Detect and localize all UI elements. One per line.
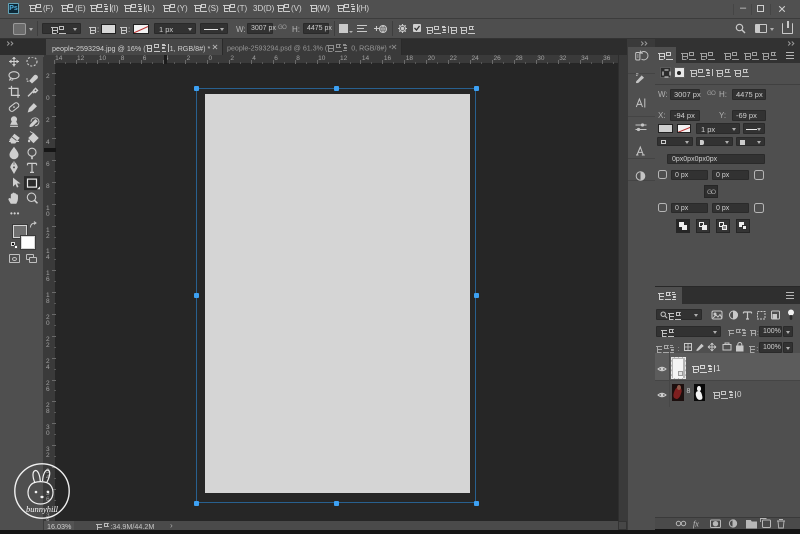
svg-text:fx: fx <box>693 520 699 529</box>
svg-text:bunnyhill: bunnyhill <box>26 504 59 514</box>
